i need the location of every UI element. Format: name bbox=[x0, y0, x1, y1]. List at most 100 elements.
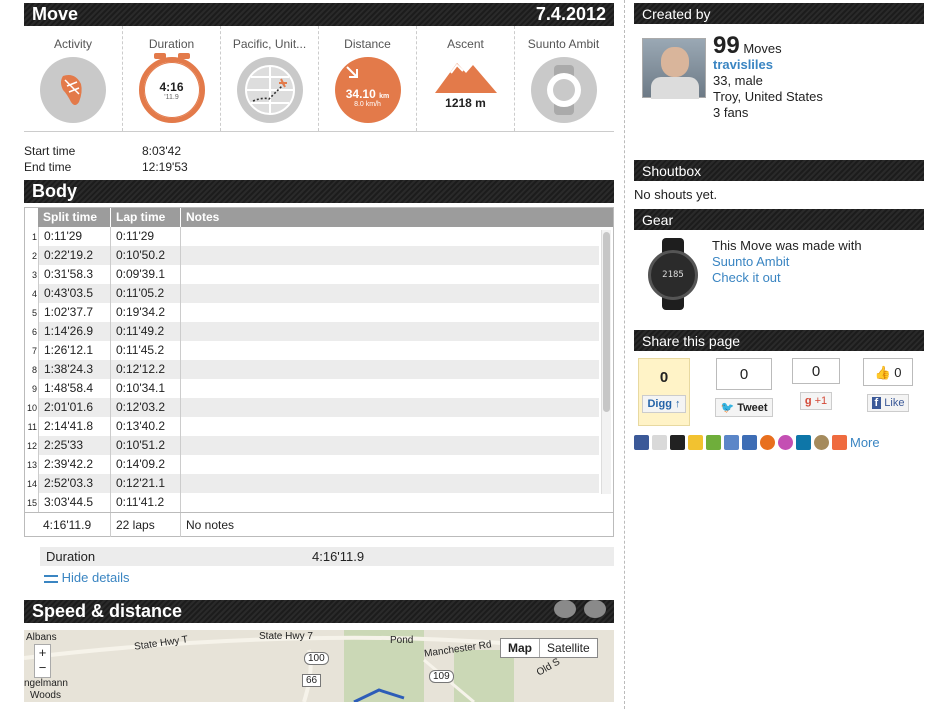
mountain-icon bbox=[433, 59, 499, 93]
lap-time-cell: 0:10'34.1 bbox=[110, 379, 180, 398]
speed-header: Speed & distance bbox=[24, 600, 614, 623]
share-buttons: 0 Digg ↑ 0 🐦 Tweet 0 g +1 👍 0 f Like bbox=[634, 358, 924, 426]
metric-location[interactable]: Pacific, Unit... bbox=[220, 26, 318, 131]
row-number: 9 bbox=[31, 383, 37, 394]
delicious-share-icon[interactable] bbox=[742, 435, 757, 450]
split-time-cell: 2:25'33 bbox=[38, 436, 110, 455]
total-laps: 22 laps bbox=[110, 512, 180, 537]
row-number: 5 bbox=[31, 307, 37, 318]
table-row[interactable]: 9 1:48'58.4 0:10'34.1 bbox=[25, 379, 599, 398]
device-watch-image[interactable]: 2185 bbox=[648, 238, 698, 310]
like-button[interactable]: f Like bbox=[866, 394, 910, 412]
username-link[interactable]: travisliles bbox=[713, 57, 823, 73]
table-row[interactable]: 13 2:39'42.2 0:14'09.2 bbox=[25, 455, 599, 474]
lap-time-cell: 0:11'49.2 bbox=[110, 322, 180, 341]
metric-ascent[interactable]: Ascent 1218 m bbox=[416, 26, 514, 131]
linkedin-share-icon[interactable] bbox=[796, 435, 811, 450]
table-row[interactable]: 14 2:52'03.3 0:12'21.1 bbox=[25, 474, 599, 493]
more-share-link[interactable]: More bbox=[850, 435, 880, 450]
twitter-bird-icon: 🐦 bbox=[720, 402, 735, 414]
stumbleupon-share-icon[interactable] bbox=[760, 435, 775, 450]
split-time-cell: 0:11'29 bbox=[38, 227, 110, 246]
table-row[interactable]: 12 2:25'33 0:10'51.2 bbox=[25, 436, 599, 455]
table-row[interactable]: 11 2:14'41.8 0:13'40.2 bbox=[25, 417, 599, 436]
map-label-place: Woods bbox=[30, 690, 61, 701]
gplus-button[interactable]: g +1 bbox=[799, 392, 833, 410]
table-row[interactable]: 8 1:38'24.3 0:12'12.2 bbox=[25, 360, 599, 379]
gear-made-with: This Move was made with bbox=[712, 238, 862, 253]
row-number: 2 bbox=[31, 250, 37, 261]
lap-time-cell: 0:14'09.2 bbox=[110, 455, 180, 474]
avatar[interactable] bbox=[642, 38, 706, 99]
community-share-icon[interactable] bbox=[724, 435, 739, 450]
gear-title: Gear bbox=[642, 211, 674, 228]
table-row[interactable]: 7 1:26'12.1 0:11'45.2 bbox=[25, 341, 599, 360]
table-row[interactable]: 6 1:14'26.9 0:11'49.2 bbox=[25, 322, 599, 341]
digg-button[interactable]: Digg ↑ bbox=[642, 395, 686, 413]
like-count: 0 bbox=[894, 365, 902, 380]
col-split-time[interactable]: Split time bbox=[38, 208, 110, 227]
share-header: Share this page bbox=[634, 330, 924, 351]
split-time-cell: 0:31'58.3 bbox=[38, 265, 110, 284]
metric-label: Distance bbox=[344, 37, 391, 51]
gplus-label: +1 bbox=[814, 395, 828, 407]
tweet-label: Tweet bbox=[737, 402, 768, 414]
tweet-button[interactable]: 🐦 Tweet bbox=[715, 398, 773, 417]
map-label-place: ngelmann bbox=[24, 678, 68, 689]
myspace-share-icon[interactable] bbox=[670, 435, 685, 450]
other-share-icon[interactable] bbox=[814, 435, 829, 450]
favorites-share-icon[interactable] bbox=[688, 435, 703, 450]
table-row[interactable]: 1 0:11'29 0:11'29 bbox=[25, 227, 599, 246]
hide-details-text: Hide details bbox=[61, 570, 130, 585]
split-time-cell: 1:14'26.9 bbox=[38, 322, 110, 341]
lap-time-cell: 0:11'05.2 bbox=[110, 284, 180, 303]
shoutbox-header: Shoutbox bbox=[634, 160, 924, 181]
metric-duration[interactable]: Duration 4:16 '11.9 bbox=[122, 26, 220, 131]
zoom-in-button[interactable]: + bbox=[35, 645, 50, 660]
gear-check-link[interactable]: Check it out bbox=[712, 270, 862, 286]
more-plus-icon[interactable] bbox=[832, 435, 847, 450]
metric-distance[interactable]: Distance 34.10 km 8.0 km/h bbox=[318, 26, 416, 131]
metric-device[interactable]: Suunto Ambit bbox=[514, 26, 612, 131]
digg-count: 0 bbox=[659, 369, 669, 386]
chart-view-icon[interactable] bbox=[584, 600, 606, 618]
google-share-icon[interactable] bbox=[706, 435, 721, 450]
like-label: Like bbox=[884, 397, 905, 409]
share-title: Share this page bbox=[642, 332, 741, 349]
col-notes[interactable]: Notes bbox=[180, 208, 613, 227]
row-number: 10 bbox=[26, 402, 37, 413]
table-row[interactable]: 3 0:31'58.3 0:09'39.1 bbox=[25, 265, 599, 284]
gear-device-link[interactable]: Suunto Ambit bbox=[712, 254, 862, 270]
table-row[interactable]: 4 0:43'03.5 0:11'05.2 bbox=[25, 284, 599, 303]
scrollbar-thumb[interactable] bbox=[603, 232, 610, 412]
tweet-count: 0 bbox=[716, 358, 772, 390]
splits-total-row: 4:16'11.9 22 laps No notes bbox=[25, 512, 613, 537]
map-label-route: 66 bbox=[302, 674, 322, 687]
row-number: 8 bbox=[31, 364, 37, 375]
map-label-albans: Albans bbox=[26, 632, 57, 643]
table-row[interactable]: 5 1:02'37.7 0:19'34.2 bbox=[25, 303, 599, 322]
total-split: 4:16'11.9 bbox=[43, 517, 92, 532]
metric-activity[interactable]: Activity bbox=[24, 26, 122, 131]
route-map[interactable]: Albans State Hwy T State Hwy 7 Pond Manc… bbox=[24, 630, 614, 702]
facebook-share-icon[interactable] bbox=[634, 435, 649, 450]
satellite-button[interactable]: Satellite bbox=[540, 639, 597, 657]
map-button[interactable]: Map bbox=[501, 639, 540, 657]
col-lap-time[interactable]: Lap time bbox=[110, 208, 180, 227]
lap-time-cell: 0:10'51.2 bbox=[110, 436, 180, 455]
splits-rows: 1 0:11'29 0:11'29 2 0:22'19.2 0:10'50.2 3 0:31'… bbox=[25, 227, 599, 512]
zoom-out-button[interactable]: − bbox=[35, 660, 50, 675]
notes-cell bbox=[180, 303, 599, 322]
splits-scrollbar[interactable] bbox=[601, 230, 611, 494]
orkut-share-icon[interactable] bbox=[778, 435, 793, 450]
globe-view-icon[interactable] bbox=[553, 600, 576, 618]
lap-time-cell: 0:09'39.1 bbox=[110, 265, 180, 284]
row-number: 3 bbox=[31, 269, 37, 280]
user-fans: 3 fans bbox=[713, 105, 749, 120]
watch-icon bbox=[530, 57, 597, 123]
email-share-icon[interactable] bbox=[652, 435, 667, 450]
table-row[interactable]: 15 3:03'44.5 0:11'41.2 bbox=[25, 493, 599, 512]
table-row[interactable]: 2 0:22'19.2 0:10'50.2 bbox=[25, 246, 599, 265]
table-row[interactable]: 10 2:01'01.6 0:12'03.2 bbox=[25, 398, 599, 417]
hide-details-link[interactable]: Hide details bbox=[44, 570, 614, 585]
